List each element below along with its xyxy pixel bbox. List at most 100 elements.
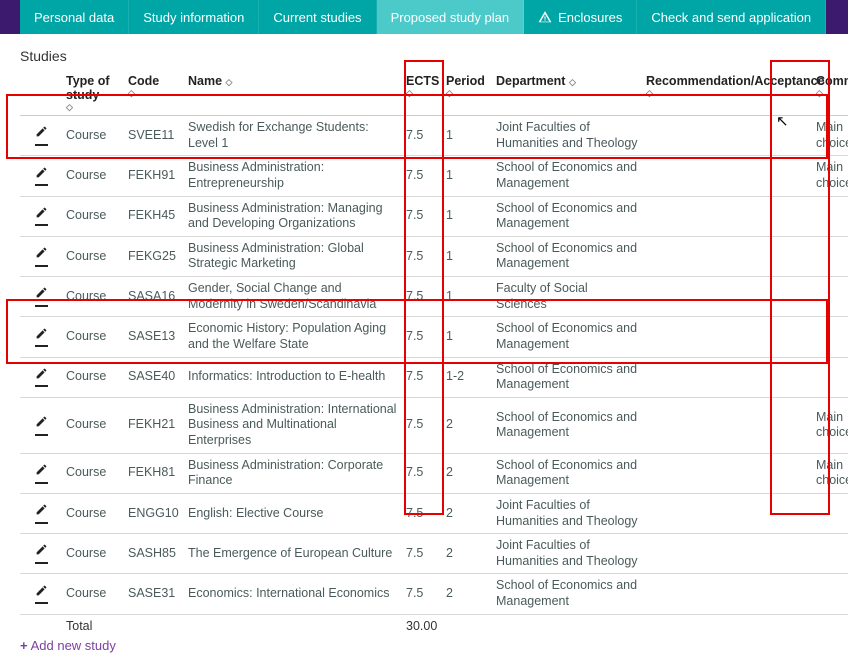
cell-period: 2 <box>442 453 492 493</box>
cell-ects: 7.5 <box>402 196 442 236</box>
cell-type: Course <box>62 453 124 493</box>
section-title-studies: Studies <box>20 48 828 64</box>
tab-proposed-study-plan[interactable]: Proposed study plan <box>377 0 525 34</box>
total-value: 30.00 <box>402 614 442 636</box>
studies-table: Type of study◇ Code◇ Name ◇ ECTS◇ Period… <box>20 68 848 636</box>
cell-type: Course <box>62 317 124 357</box>
tab-study-information[interactable]: Study information <box>129 0 259 34</box>
cell-period: 1-2 <box>442 357 492 397</box>
table-row: CourseSASA16Gender, Social Change and Mo… <box>20 277 848 317</box>
cell-period: 2 <box>442 493 492 533</box>
cell-ects: 7.5 <box>402 236 442 276</box>
col-code[interactable]: Code◇ <box>124 68 184 116</box>
edit-icon[interactable] <box>35 166 48 187</box>
edit-icon[interactable] <box>35 503 48 524</box>
cell-period: 1 <box>442 196 492 236</box>
cell-code: FEKH91 <box>124 156 184 196</box>
cell-code: SVEE11 <box>124 116 184 156</box>
tab-personal-data[interactable]: Personal data <box>20 0 129 34</box>
cell-name: Business Administration: Managing and De… <box>184 196 402 236</box>
cell-type: Course <box>62 534 124 574</box>
cell-comment: Main choice <box>812 397 848 453</box>
cell-recommendation <box>642 357 812 397</box>
cell-period: 1 <box>442 277 492 317</box>
cell-ects: 7.5 <box>402 453 442 493</box>
edit-icon[interactable] <box>35 125 48 146</box>
cell-name: Business Administration: Entrepreneurshi… <box>184 156 402 196</box>
cell-department: School of Economics and Management <box>492 156 642 196</box>
cell-department: School of Economics and Management <box>492 357 642 397</box>
table-row: CourseFEKH81Business Administration: Cor… <box>20 453 848 493</box>
cell-comment <box>812 317 848 357</box>
cell-name: Business Administration: Global Strategi… <box>184 236 402 276</box>
cell-type: Course <box>62 156 124 196</box>
cell-type: Course <box>62 277 124 317</box>
cell-department: School of Economics and Management <box>492 317 642 357</box>
add-new-study[interactable]: +Add new study <box>20 638 828 653</box>
cell-code: SASH85 <box>124 534 184 574</box>
col-recommendation[interactable]: Recommendation/Acceptance◇ <box>642 68 812 116</box>
cell-type: Course <box>62 397 124 453</box>
cell-ects: 7.5 <box>402 116 442 156</box>
cell-comment <box>812 357 848 397</box>
cell-ects: 7.5 <box>402 277 442 317</box>
warning-icon <box>538 10 552 24</box>
cell-recommendation <box>642 196 812 236</box>
tab-current-studies[interactable]: Current studies <box>259 0 376 34</box>
cell-name: Informatics: Introduction to E-health <box>184 357 402 397</box>
col-department[interactable]: Department ◇ <box>492 68 642 116</box>
cell-department: Faculty of Social Sciences <box>492 277 642 317</box>
cell-period: 1 <box>442 116 492 156</box>
cell-code: ENGG10 <box>124 493 184 533</box>
cell-department: School of Economics and Management <box>492 236 642 276</box>
cell-recommendation <box>642 317 812 357</box>
cell-period: 1 <box>442 317 492 357</box>
cell-recommendation <box>642 236 812 276</box>
table-row: CourseFEKG25Business Administration: Glo… <box>20 236 848 276</box>
col-comment[interactable]: Comment◇ <box>812 68 848 116</box>
cell-code: SASE13 <box>124 317 184 357</box>
cell-ects: 7.5 <box>402 397 442 453</box>
edit-icon[interactable] <box>35 367 48 388</box>
edit-icon[interactable] <box>35 415 48 436</box>
edit-icon[interactable] <box>35 286 48 307</box>
cell-comment: Main choice <box>812 453 848 493</box>
table-row: CourseFEKH91Business Administration: Ent… <box>20 156 848 196</box>
cell-ects: 7.5 <box>402 156 442 196</box>
cell-ects: 7.5 <box>402 317 442 357</box>
cell-comment: Main choice <box>812 116 848 156</box>
col-period[interactable]: Period◇ <box>442 68 492 116</box>
edit-icon[interactable] <box>35 246 48 267</box>
tab-enclosures[interactable]: Enclosures <box>524 0 637 34</box>
edit-icon[interactable] <box>35 206 48 227</box>
cell-ects: 7.5 <box>402 493 442 533</box>
cell-code: SASE40 <box>124 357 184 397</box>
cell-comment <box>812 196 848 236</box>
total-label: Total <box>62 614 402 636</box>
edit-icon[interactable] <box>35 327 48 348</box>
cell-period: 2 <box>442 397 492 453</box>
cell-department: School of Economics and Management <box>492 574 642 614</box>
cell-comment <box>812 236 848 276</box>
col-type[interactable]: Type of study◇ <box>62 68 124 116</box>
cell-department: Joint Faculties of Humanities and Theolo… <box>492 493 642 533</box>
table-row: CourseSVEE11Swedish for Exchange Student… <box>20 116 848 156</box>
cell-code: SASE31 <box>124 574 184 614</box>
cell-recommendation <box>642 116 812 156</box>
cell-recommendation <box>642 574 812 614</box>
cell-recommendation <box>642 156 812 196</box>
table-row: CourseFEKH45Business Administration: Man… <box>20 196 848 236</box>
edit-icon[interactable] <box>35 584 48 605</box>
col-name[interactable]: Name ◇ <box>184 68 402 116</box>
edit-icon[interactable] <box>35 543 48 564</box>
tab-check-and-send[interactable]: Check and send application <box>637 0 826 34</box>
cell-recommendation <box>642 277 812 317</box>
col-ects[interactable]: ECTS◇ <box>402 68 442 116</box>
cell-comment <box>812 493 848 533</box>
cell-name: Economic History: Population Aging and t… <box>184 317 402 357</box>
cell-code: FEKG25 <box>124 236 184 276</box>
cell-name: The Emergence of European Culture <box>184 534 402 574</box>
edit-icon[interactable] <box>35 463 48 484</box>
cell-department: School of Economics and Management <box>492 397 642 453</box>
cell-comment: Main choice <box>812 156 848 196</box>
